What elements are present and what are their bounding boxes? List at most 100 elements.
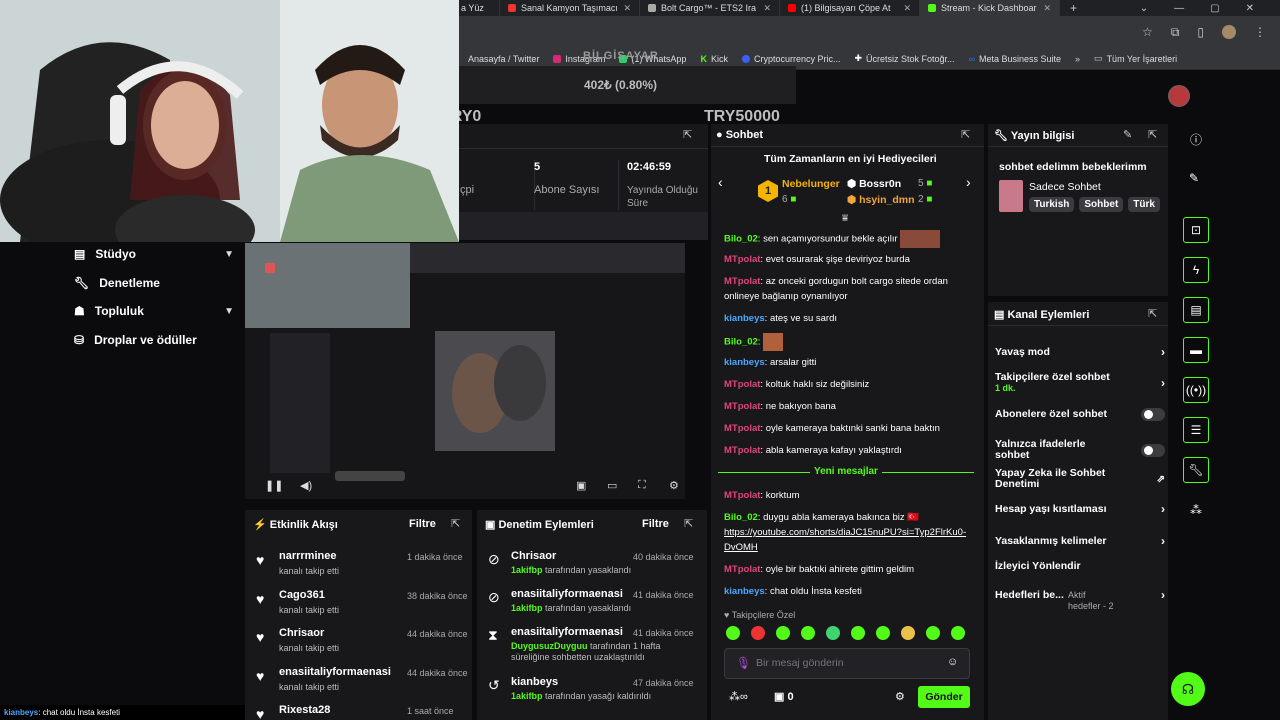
chat-username[interactable]: kianbeys (724, 357, 765, 368)
activity-username[interactable]: Rixesta28 (279, 704, 404, 716)
bookmark-item[interactable]: ✚ Ücretsiz Stok Fotoğr... (854, 53, 954, 64)
popout-icon[interactable]: ⇱ (1148, 307, 1157, 320)
popout-icon[interactable]: ⇱ (683, 128, 692, 141)
chat-username[interactable]: MTpolat (724, 423, 760, 434)
mod-target-username[interactable]: kianbeys (511, 676, 631, 688)
maximize-icon[interactable]: ▢ (1210, 3, 1219, 14)
new-tab-icon[interactable]: + (1070, 1, 1077, 15)
bookmark-folder[interactable]: ▭ Tüm Yer İşaretleri (1094, 53, 1177, 64)
popout-icon[interactable]: ⇱ (684, 517, 693, 530)
wallet-display[interactable]: ▣ 0 (774, 690, 794, 703)
chat-icon[interactable]: ▬ (1183, 337, 1209, 363)
theater-icon[interactable]: ▭ (607, 479, 617, 492)
chat-input[interactable] (756, 654, 936, 672)
toggle-switch[interactable] (1141, 408, 1165, 421)
browser-tab[interactable]: (1) Bilgisayarı Çöpe At ✕ (780, 0, 920, 16)
close-window-icon[interactable]: ✕ (1246, 3, 1254, 14)
channel-action-item[interactable]: Yapay Zeka ile Sohbet Denetimi ⇗ (995, 468, 1165, 490)
points-icon[interactable]: ⁂∞ (729, 690, 748, 703)
bookmark-item[interactable]: K Kick (700, 54, 728, 64)
channel-action-item[interactable]: Yalnızca ifadelerle sohbet (995, 439, 1165, 461)
window-dropdown-icon[interactable]: ⌄ (1140, 3, 1148, 14)
chevron-left-icon[interactable]: ‹ (718, 174, 723, 190)
close-tab-icon[interactable]: ✕ (623, 3, 631, 14)
browser-tab-active[interactable]: Stream - Kick Dashboar ✕ (920, 0, 1060, 16)
chat-username[interactable]: Bilo_02 (724, 512, 758, 523)
edit-icon[interactable]: ✎ (1123, 128, 1132, 141)
collapse-gifters-icon[interactable]: ⩸ (842, 213, 848, 224)
chat-username[interactable]: MTpolat (724, 401, 760, 412)
bookmark-item[interactable]: Anasayfa / Twitter (468, 54, 539, 64)
emote-icon[interactable] (801, 626, 815, 640)
category-name[interactable]: Sadece Sohbet (1029, 181, 1101, 193)
tag[interactable]: Türk (1128, 197, 1160, 212)
close-tab-icon[interactable]: ✕ (1043, 3, 1051, 14)
emote-icon[interactable] (951, 626, 965, 640)
close-tab-icon[interactable]: ✕ (763, 3, 771, 14)
chat-username[interactable]: kianbeys (724, 313, 765, 324)
browser-tab[interactable]: Sanal Kamyon Taşımacı ✕ (500, 0, 640, 16)
fullscreen-icon[interactable]: ⛶ (638, 479, 646, 492)
sidebar-item-moderation[interactable]: 🔧︎ Denetleme (74, 276, 234, 290)
popout-icon[interactable]: ⇱ (451, 517, 460, 530)
chat-username[interactable]: MTpolat (724, 564, 760, 575)
mod-actor[interactable]: 1akifbp (511, 691, 543, 701)
profile-icon[interactable] (1222, 25, 1236, 39)
toggle-switch[interactable] (1141, 443, 1165, 457)
mod-actor[interactable]: DuygusuzDuyguu (511, 641, 588, 651)
mic-icon[interactable]: 🎙︎ (736, 656, 751, 670)
chat-link[interactable]: https://youtube.com/shorts/diaJC15nuPU?s… (724, 527, 966, 553)
activity-filter-button[interactable]: Filtre (409, 518, 436, 530)
emote-icon[interactable] (926, 626, 940, 640)
emoji-picker-icon[interactable]: ☺ (947, 656, 958, 668)
wrench-icon[interactable]: 🔧︎ (1183, 457, 1209, 483)
sidebar-item-studio[interactable]: ▤ Stüdyo ▼ (74, 247, 234, 261)
pause-icon[interactable]: ❚❚ (265, 479, 283, 492)
mod-target-username[interactable]: Chrisaor (511, 550, 631, 562)
browser-menu-icon[interactable]: ⋮ (1254, 25, 1266, 39)
chat-settings-icon[interactable]: ⚙ (895, 690, 905, 703)
mod-target-username[interactable]: enasiitaliyformaenasi (511, 588, 631, 600)
tag[interactable]: Turkish (1029, 197, 1075, 212)
chat-username[interactable]: MTpolat (724, 379, 760, 390)
emote-icon[interactable] (876, 626, 890, 640)
activity-username[interactable]: Cago361 (279, 589, 404, 601)
document-icon[interactable]: ▤ (1183, 297, 1209, 323)
pencil-icon[interactable]: ✎ (1189, 171, 1199, 185)
bookmark-star-icon[interactable]: ☆ (1142, 25, 1153, 39)
lightning-icon[interactable]: ϟ (1183, 257, 1209, 283)
emote-icon[interactable] (826, 626, 840, 640)
volume-icon[interactable]: ◀) (300, 479, 312, 492)
close-tab-icon[interactable]: ✕ (903, 3, 911, 14)
chat-username[interactable]: MTpolat (724, 445, 760, 456)
activity-username[interactable]: narrrminee (279, 550, 404, 562)
chat-username[interactable]: MTpolat (724, 254, 760, 265)
sidebar-item-community[interactable]: ☗ Topluluk ▼ (74, 304, 234, 318)
browser-tab[interactable]: Bolt Cargo™ - ETS2 Ira ✕ (640, 0, 780, 16)
mod-actor[interactable]: 1akifbp (511, 603, 543, 613)
minimize-icon[interactable]: — (1174, 3, 1184, 14)
chevron-right-icon[interactable]: › (966, 174, 971, 190)
activity-username[interactable]: Chrisaor (279, 627, 404, 639)
layout-icon[interactable]: ☰ (1183, 417, 1209, 443)
mod-target-username[interactable]: enasiitaliyformaenasi (511, 626, 631, 638)
more-bookmarks-icon[interactable]: » (1075, 54, 1080, 64)
broadcast-icon[interactable]: ((•)) (1183, 377, 1209, 403)
activity-username[interactable]: enasiitaliyformaenasi (279, 666, 404, 678)
channel-action-item[interactable]: Yasaklanmış kelimeler › (995, 534, 1165, 548)
channel-action-item[interactable]: Takipçilere özel sohbet 1 dk. › (995, 372, 1165, 394)
chat-username[interactable]: kianbeys (724, 586, 765, 597)
popout-icon[interactable]: ⇱ (1148, 128, 1157, 141)
support-icon[interactable]: ☊ (1171, 672, 1205, 706)
emote-icon[interactable] (726, 626, 740, 640)
info-icon[interactable]: ⓘ (1190, 131, 1202, 148)
settings-icon[interactable]: ⚙ (669, 479, 679, 492)
stream-preview[interactable]: ❚❚ ◀) ▣ ▭ ⛶ ⚙ (245, 243, 685, 499)
send-button[interactable]: Gönder (918, 686, 970, 708)
camera-icon[interactable]: ⊡ (1183, 217, 1209, 243)
sidebar-item-drops[interactable]: ⛁ Droplar ve ödüller (74, 333, 234, 347)
popout-icon[interactable]: ⇱ (961, 128, 970, 141)
pip-icon[interactable]: ▣ (576, 479, 586, 492)
channel-action-item[interactable]: Hesap yaşı kısıtlaması › (995, 502, 1165, 516)
avatar[interactable] (1168, 85, 1190, 107)
